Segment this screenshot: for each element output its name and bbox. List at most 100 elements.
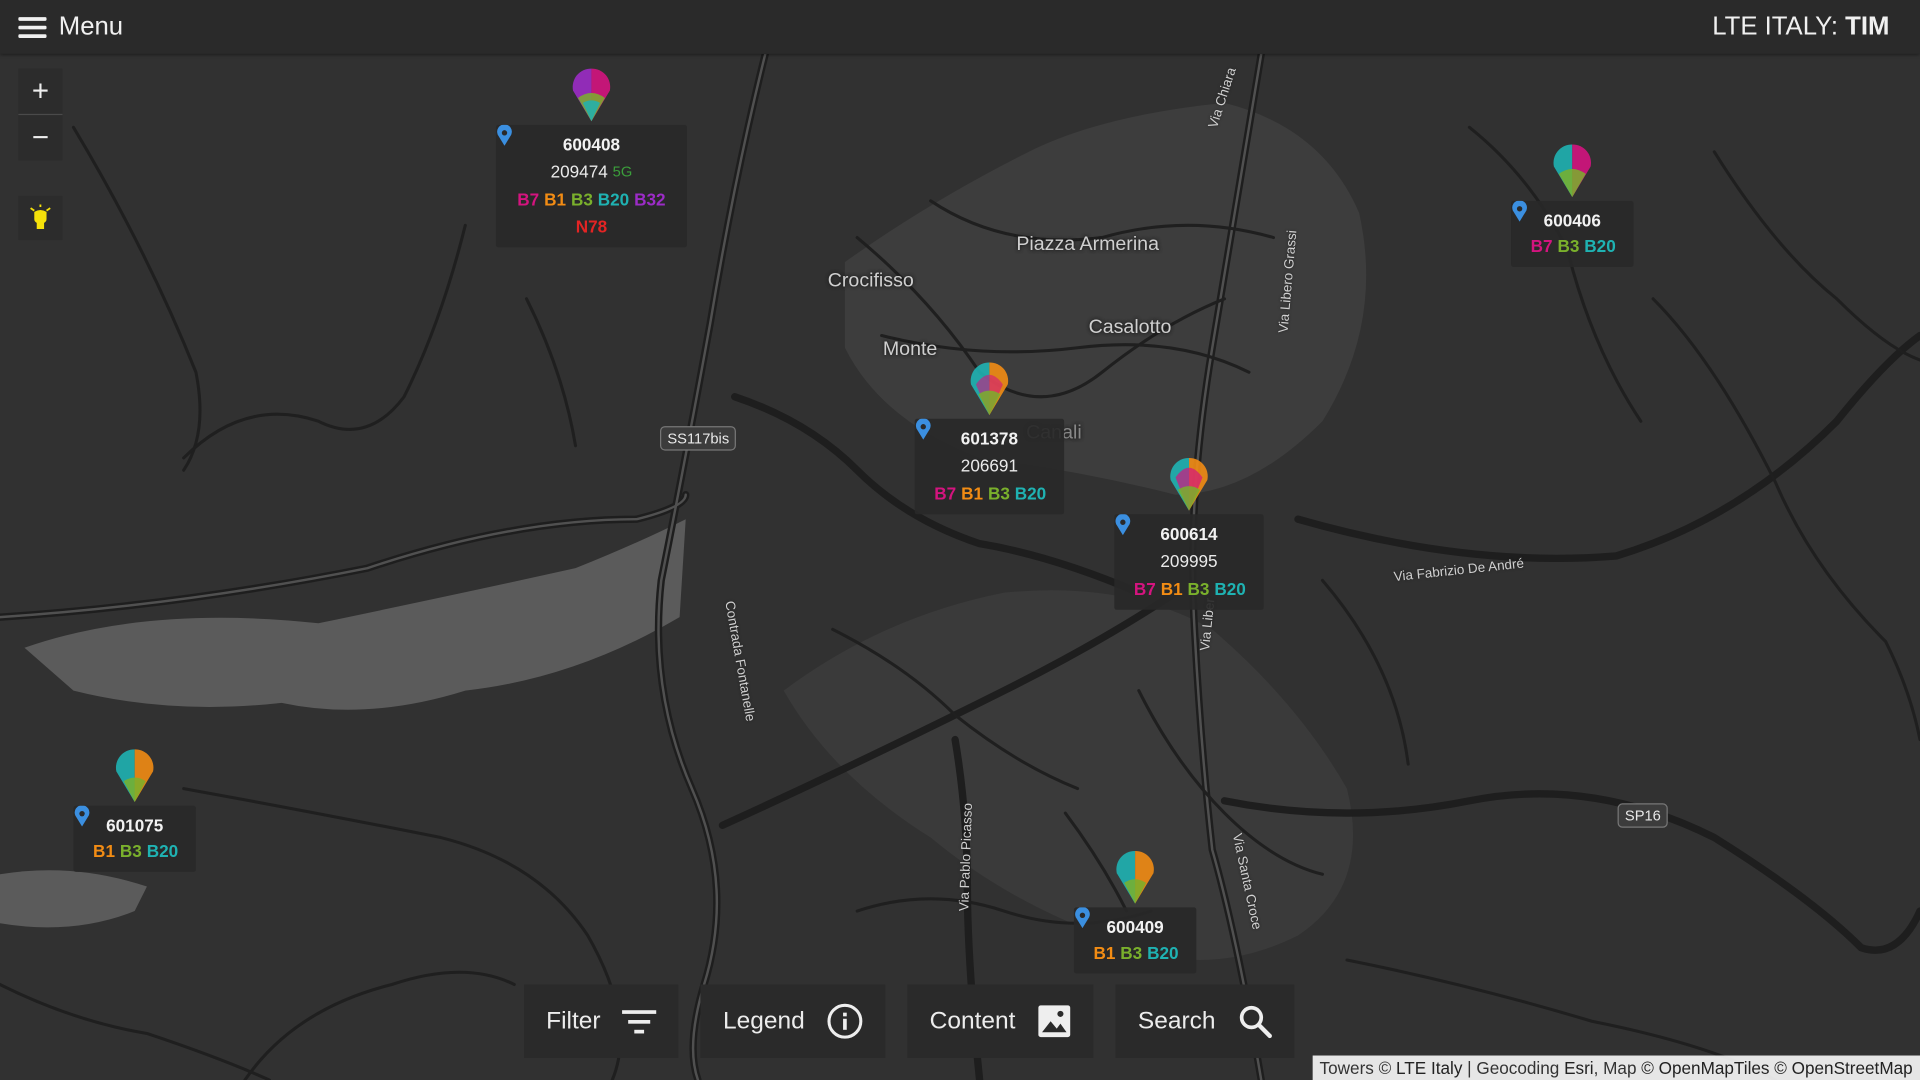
attribution-osm-link[interactable]: © OpenMapTiles © OpenStreetMap bbox=[1641, 1058, 1912, 1078]
tower-pin-icon bbox=[970, 362, 1009, 416]
band-b3: B3 bbox=[987, 483, 1010, 504]
location-pin-icon[interactable] bbox=[496, 124, 513, 147]
tower-id: 601378 bbox=[960, 428, 1018, 449]
band-b20: B20 bbox=[597, 189, 630, 210]
place-label-piazza-armerina: Piazza Armerina bbox=[1016, 233, 1159, 255]
band-b1: B1 bbox=[1093, 942, 1116, 963]
tower-card: 601075 B1 B3 B20 bbox=[73, 805, 196, 872]
tower-marker[interactable]: 601075 B1 B3 B20 bbox=[73, 747, 196, 879]
tower-card: 601378 206691 B7 B1 B3 B20 bbox=[914, 418, 1065, 515]
zoom-out-button[interactable]: − bbox=[18, 115, 62, 160]
filter-label: Filter bbox=[546, 1007, 601, 1035]
top-bar: Menu LTE ITALY: TIM bbox=[0, 0, 1920, 54]
filter-icon bbox=[622, 1010, 657, 1034]
tower-cell-row: 601075 bbox=[74, 805, 179, 837]
band-n78: N78 bbox=[575, 216, 608, 237]
tower-marker[interactable]: 600409 B1 B3 B20 bbox=[1073, 849, 1197, 981]
zoom-in-button[interactable]: + bbox=[18, 69, 63, 116]
band-b20: B20 bbox=[1584, 236, 1616, 256]
tower-id: 600614 bbox=[1160, 524, 1218, 544]
tower-tech-tag: 5G bbox=[612, 162, 633, 181]
tower-cell-row: 600406 bbox=[1512, 200, 1616, 232]
tower-bands: B7 B1 B3 B20 bbox=[1131, 576, 1246, 603]
tower-pin-icon bbox=[1170, 457, 1208, 511]
band-b7: B7 bbox=[1530, 236, 1553, 256]
attribution-separator: | bbox=[1462, 1057, 1477, 1078]
zoom-control: + − bbox=[18, 68, 63, 161]
search-icon bbox=[1239, 1005, 1272, 1039]
band-b32: B32 bbox=[634, 189, 666, 210]
place-label-monte: Monte bbox=[882, 339, 938, 361]
tower-pin-icon bbox=[115, 749, 154, 803]
tower-bands: B1 B3 B20 bbox=[1091, 939, 1179, 966]
tower-cell-row: 206691 bbox=[915, 418, 1047, 480]
tower-id: 601075 bbox=[106, 815, 164, 836]
band-b3: B3 bbox=[119, 841, 142, 861]
tower-marker[interactable]: 600614 209995 B7 B1 B3 B20 bbox=[1114, 456, 1264, 615]
image-icon bbox=[1038, 1005, 1071, 1038]
app-title: LTE ITALY: TIM bbox=[1712, 12, 1889, 41]
tower-card: 600406 B7 B3 B20 bbox=[1511, 200, 1634, 267]
tower-pin-icon bbox=[1116, 851, 1154, 904]
menu-label: Menu bbox=[58, 12, 124, 41]
location-pin-icon[interactable] bbox=[73, 805, 90, 828]
legend-button[interactable]: Legend bbox=[700, 984, 886, 1058]
location-pin-icon[interactable] bbox=[1511, 200, 1528, 223]
attribution-geocoding: Geocoding bbox=[1476, 1057, 1560, 1078]
band-b3: B3 bbox=[1120, 942, 1143, 963]
search-button[interactable]: Search bbox=[1115, 984, 1294, 1058]
tower-id: 600409 bbox=[1106, 917, 1164, 937]
tower-card: 600614 209995 B7 B1 B3 B20 bbox=[1114, 514, 1264, 610]
band-b1: B1 bbox=[544, 189, 567, 210]
tower-marker[interactable]: 601378 206691 B7 B1 B3 B20 bbox=[914, 360, 1065, 519]
place-label-casalotto: Casalotto bbox=[1088, 317, 1172, 338]
tower-cell-row: 209474 5G bbox=[497, 124, 670, 186]
attribution-map: , Map bbox=[1593, 1057, 1637, 1078]
tower-bands-5g: N78 bbox=[513, 213, 670, 240]
location-pin-icon[interactable] bbox=[1074, 907, 1091, 929]
band-b20: B20 bbox=[1014, 483, 1047, 504]
band-b20: B20 bbox=[1147, 942, 1179, 963]
band-b1: B1 bbox=[93, 841, 115, 861]
tower-cell-row: 600409 bbox=[1075, 907, 1179, 939]
hamburger-icon bbox=[18, 17, 47, 38]
app-title-operator: TIM bbox=[1845, 12, 1890, 41]
attribution-towers: Towers © bbox=[1319, 1057, 1392, 1078]
band-b7: B7 bbox=[517, 189, 540, 210]
location-pin-icon[interactable] bbox=[1114, 514, 1131, 536]
tower-id: 600406 bbox=[1543, 210, 1601, 231]
tower-card: 600408 209474 5G B7 B1 B3 B20 B32 N78 bbox=[495, 124, 687, 248]
band-b1: B1 bbox=[961, 483, 984, 504]
band-b3: B3 bbox=[1557, 236, 1580, 256]
band-b3: B3 bbox=[570, 189, 593, 210]
tower-bands: B1 B3 B20 bbox=[91, 838, 179, 865]
tower-bands: B7 B3 B20 bbox=[1528, 233, 1616, 260]
tower-marker[interactable]: 600406 B7 B3 B20 bbox=[1511, 142, 1634, 274]
content-button[interactable]: Content bbox=[907, 984, 1094, 1058]
band-b3: B3 bbox=[1187, 579, 1210, 599]
band-b1: B1 bbox=[1160, 579, 1183, 599]
road-shield-sp16: SP16 bbox=[1617, 803, 1669, 828]
search-label: Search bbox=[1137, 1007, 1216, 1035]
tower-id: 600408 bbox=[562, 134, 621, 155]
bottom-toolbar: Filter Legend Content Search bbox=[524, 984, 1294, 1058]
tower-card: 600409 B1 B3 B20 bbox=[1073, 907, 1197, 974]
band-b7: B7 bbox=[1133, 579, 1156, 599]
tower-marker[interactable]: 600408 209474 5G B7 B1 B3 B20 B32 N78 bbox=[495, 66, 687, 248]
tower-cell-id: 209474 bbox=[550, 161, 608, 182]
menu-button[interactable]: Menu bbox=[18, 12, 123, 41]
tower-cell-id: 209995 bbox=[1160, 551, 1218, 571]
place-label-crocifisso: Crocifisso bbox=[827, 270, 914, 292]
road-shield-ss117bis: SS117bis bbox=[660, 426, 737, 451]
tower-bands: B7 B1 B3 B20 bbox=[932, 480, 1047, 507]
attribution-esri-link[interactable]: Esri bbox=[1564, 1058, 1594, 1078]
band-b20: B20 bbox=[1214, 579, 1246, 599]
locate-button[interactable] bbox=[18, 195, 63, 241]
attribution-lte-italy-link[interactable]: LTE Italy bbox=[1396, 1058, 1462, 1078]
filter-button[interactable]: Filter bbox=[524, 984, 679, 1058]
map-canvas[interactable]: Piazza Armerina Crocifisso Casalotto Mon… bbox=[0, 53, 1920, 1080]
band-b20: B20 bbox=[146, 841, 179, 861]
content-label: Content bbox=[929, 1007, 1016, 1035]
location-pin-icon[interactable] bbox=[915, 418, 932, 441]
app-title-prefix: LTE ITALY: bbox=[1712, 12, 1838, 41]
